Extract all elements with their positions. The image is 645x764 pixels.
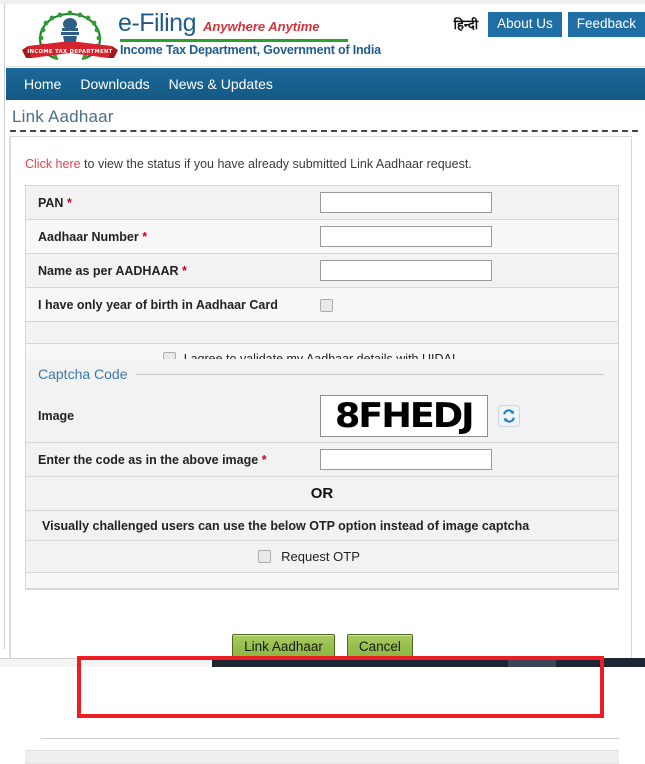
name-as-per-aadhaar-label: Name as per AADHAAR * (26, 264, 316, 278)
panel-left-strip (6, 137, 10, 660)
brand-block: e-Filing Anywhere Anytime Income Tax Dep… (118, 9, 448, 57)
year-of-birth-checkbox[interactable] (320, 299, 333, 313)
check-status-link[interactable]: Click here (25, 157, 81, 171)
captcha-section-header: Captcha Code (25, 359, 619, 389)
name-as-per-aadhaar-input[interactable] (320, 260, 492, 281)
captcha-entry-label-text: Enter the code as in the above image (38, 452, 259, 467)
nav-item-news-updates[interactable]: News & Updates (169, 76, 273, 92)
aadhaar-number-input[interactable] (320, 226, 492, 247)
captcha-image-cell: 8FHEDJ (316, 394, 618, 437)
captcha-entry-cell (316, 449, 618, 470)
or-label: OR (310, 485, 334, 502)
taskbar-right-segment (212, 658, 645, 667)
window-left-edge (0, 4, 5, 649)
captcha-image-label: Image (38, 408, 75, 423)
request-otp-checkbox[interactable] (258, 550, 272, 563)
taskbar-left-segment (0, 658, 212, 667)
table-row-pan: PAN * (26, 186, 618, 220)
link-aadhaar-form-panel: Click here to view the status if you hav… (6, 136, 632, 764)
cancel-button[interactable]: Cancel (346, 634, 413, 659)
aadhaar-number-field-cell (316, 226, 618, 247)
brand-divider (120, 39, 348, 42)
title-dashed-divider (10, 130, 638, 132)
captcha-entry-required-marker: * (261, 452, 267, 467)
pan-field-cell (316, 192, 618, 213)
otp-notice-text: Visually challenged users can use the be… (42, 518, 530, 533)
header-actions: हिन्दी About Us Feedback (450, 12, 645, 37)
name-required-marker: * (182, 263, 187, 278)
table-row-captcha-entry: Enter the code as in the above image * (26, 443, 618, 477)
captcha-section-title: Captcha Code (38, 366, 128, 382)
table-row-captcha-image: Image 8FHEDJ (26, 389, 618, 443)
department-name: Income Tax Department, Government of Ind… (120, 43, 381, 57)
nav-item-home[interactable]: Home (24, 76, 61, 92)
aadhaar-number-required-marker: * (142, 229, 148, 244)
feedback-button[interactable]: Feedback (567, 12, 645, 37)
main-navigation: Home Downloads News & Updates (6, 68, 645, 100)
name-label-text: Name as per AADHAAR (38, 263, 179, 278)
form-action-bar: Link Aadhaar Cancel (0, 634, 645, 659)
page-title-area: Link Aadhaar (6, 104, 645, 134)
aadhaar-number-label-text: Aadhaar Number (38, 229, 139, 244)
captcha-entry-input[interactable] (320, 449, 492, 470)
year-of-birth-label: I have only year of birth in Aadhaar Car… (38, 297, 278, 312)
pan-input[interactable] (320, 192, 492, 213)
or-separator-row: OR (26, 477, 618, 511)
page-title: Link Aadhaar (12, 107, 114, 126)
table-row-aadhaar-number: Aadhaar Number * (26, 220, 618, 254)
table-row-name-as-per-aadhaar: Name as per AADHAAR * (26, 254, 618, 288)
os-taskbar (0, 658, 645, 667)
status-notice-text: to view the status if you have already s… (80, 157, 472, 171)
income-tax-department-emblem-icon: INCOME TAX DEPARTMENT (20, 8, 120, 64)
pan-label-text: PAN (38, 195, 64, 210)
about-us-button[interactable]: About Us (488, 12, 562, 37)
site-header: INCOME TAX DEPARTMENT e-Filing Anywhere … (6, 4, 645, 67)
captcha-table: Image 8FHEDJ Enter the code as in the ab… (25, 389, 619, 590)
table-row-year-of-birth-only: I have only year of birth in Aadhaar Car… (26, 288, 618, 322)
brand-tagline: Anywhere Anytime (202, 19, 320, 34)
form-bottom-band (25, 750, 619, 764)
browser-page-frame: INCOME TAX DEPARTMENT e-Filing Anywhere … (0, 0, 645, 764)
pan-required-marker: * (66, 195, 72, 210)
brand-name: e-Filing (118, 9, 196, 37)
request-otp-label: Request OTP (281, 549, 360, 564)
refresh-captcha-icon[interactable] (498, 404, 520, 427)
request-otp-row: Request OTP (26, 541, 618, 573)
captcha-image: 8FHEDJ (320, 394, 488, 437)
svg-text:INCOME TAX DEPARTMENT: INCOME TAX DEPARTMENT (27, 49, 112, 55)
table-spacer-row (26, 322, 618, 344)
aadhaar-number-label: Aadhaar Number * (26, 230, 316, 244)
captcha-entry-label: Enter the code as in the above image * (26, 453, 316, 467)
status-notice: Click here to view the status if you hav… (25, 157, 619, 171)
hindi-language-link[interactable]: हिन्दी (450, 12, 483, 36)
form-bottom-divider (41, 738, 619, 739)
link-aadhaar-button[interactable]: Link Aadhaar (232, 634, 335, 659)
nav-item-downloads[interactable]: Downloads (80, 76, 149, 92)
captcha-code-text: 8FHEDJ (335, 395, 475, 436)
taskbar-active-window-chip[interactable] (508, 658, 556, 667)
name-field-cell (316, 260, 618, 281)
pan-label: PAN * (26, 196, 316, 210)
captcha-header-rule (135, 373, 604, 375)
year-of-birth-field-cell (316, 297, 618, 313)
otp-notice-row: Visually challenged users can use the be… (26, 511, 618, 541)
captcha-table-tail-row (26, 573, 618, 589)
